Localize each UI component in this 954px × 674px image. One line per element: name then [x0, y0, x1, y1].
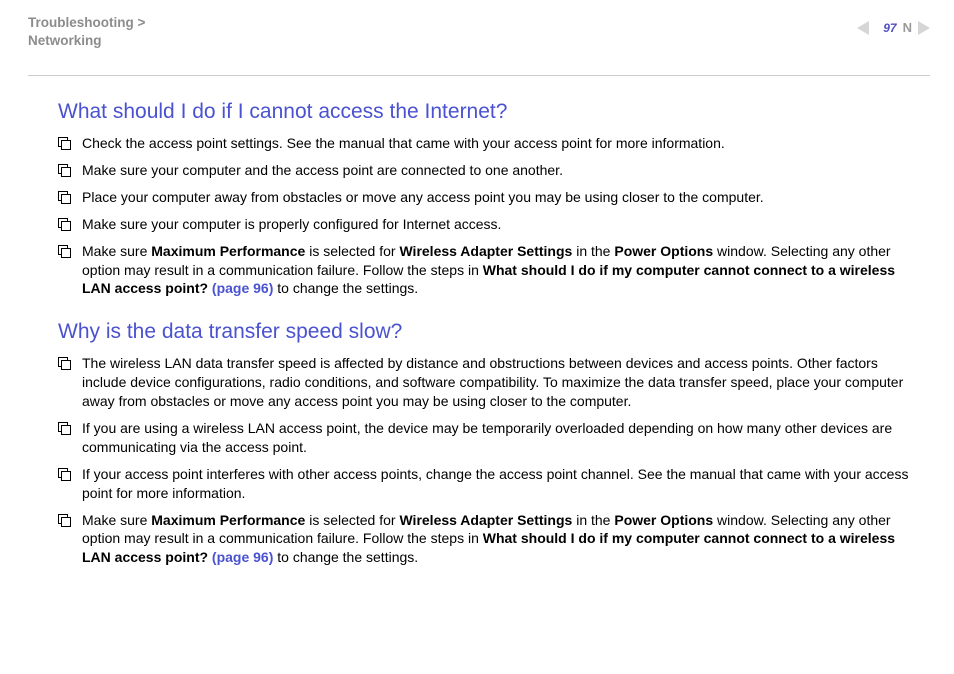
checkbox-bullet-icon: [58, 191, 68, 201]
checkbox-bullet-icon: [58, 514, 68, 524]
list-item-text: Check the access point settings. See the…: [82, 134, 725, 153]
list-item-text: If your access point interferes with oth…: [82, 465, 926, 503]
list-item: Place your computer away from obstacles …: [58, 188, 926, 207]
list-item-text: If you are using a wireless LAN access p…: [82, 419, 926, 457]
checkbox-bullet-icon: [58, 468, 68, 478]
breadcrumb: Troubleshooting > Networking: [28, 14, 145, 49]
list-item: Check the access point settings. See the…: [58, 134, 926, 153]
list-item-text: Make sure your computer is properly conf…: [82, 215, 501, 234]
list-item: Make sure Maximum Performance is selecte…: [58, 242, 926, 299]
list-item-text: Place your computer away from obstacles …: [82, 188, 764, 207]
checkbox-bullet-icon: [58, 164, 68, 174]
document-page: Troubleshooting > Networking 97 N What s…: [0, 0, 954, 674]
list-item: If your access point interferes with oth…: [58, 465, 926, 503]
list-item: Make sure your computer and the access p…: [58, 161, 926, 180]
page-number: 97: [883, 21, 896, 35]
section-title: Why is the data transfer speed slow?: [58, 320, 926, 344]
header-divider: [28, 75, 930, 76]
list-item: The wireless LAN data transfer speed is …: [58, 354, 926, 411]
list-item: Make sure Maximum Performance is selecte…: [58, 511, 926, 568]
checkbox-bullet-icon: [58, 245, 68, 255]
page-content: What should I do if I cannot access the …: [28, 100, 930, 567]
list-item-text: The wireless LAN data transfer speed is …: [82, 354, 926, 411]
checklist-internet: Check the access point settings. See the…: [58, 134, 926, 298]
checkbox-bullet-icon: [58, 357, 68, 367]
checkbox-bullet-icon: [58, 137, 68, 147]
section-title: What should I do if I cannot access the …: [58, 100, 926, 124]
checkbox-bullet-icon: [58, 422, 68, 432]
checklist-speed: The wireless LAN data transfer speed is …: [58, 354, 926, 567]
list-item-text: Make sure Maximum Performance is selecte…: [82, 242, 926, 299]
next-page-icon[interactable]: N: [905, 20, 930, 35]
list-item-text: Make sure your computer and the access p…: [82, 161, 563, 180]
checkbox-bullet-icon: [58, 218, 68, 228]
page-header: Troubleshooting > Networking 97 N: [28, 14, 930, 57]
prev-page-icon[interactable]: [857, 21, 875, 35]
list-item-text: Make sure Maximum Performance is selecte…: [82, 511, 926, 568]
breadcrumb-line1: Troubleshooting >: [28, 15, 145, 30]
page-nav: 97 N: [857, 14, 930, 35]
list-item: Make sure your computer is properly conf…: [58, 215, 926, 234]
list-item: If you are using a wireless LAN access p…: [58, 419, 926, 457]
breadcrumb-line2: Networking: [28, 33, 102, 48]
